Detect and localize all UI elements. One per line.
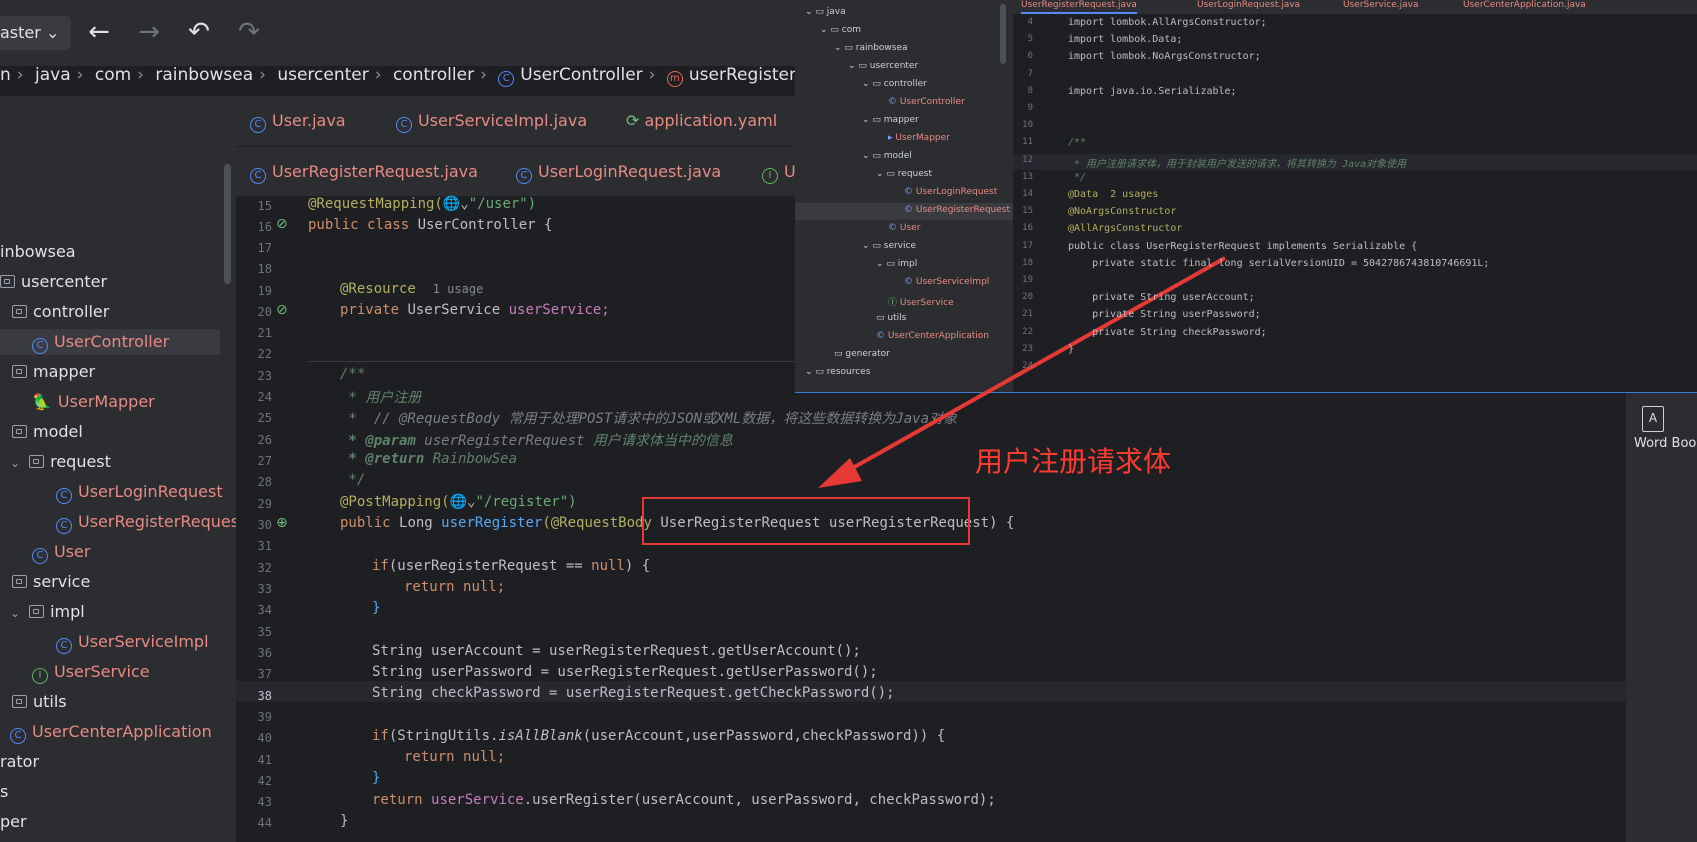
overlay-code-line: private static final long serialVersionU… xyxy=(1068,257,1490,269)
overlay-code-line: import lombok.Data; xyxy=(1068,34,1183,46)
overlay-line-number: 23 xyxy=(1022,343,1033,354)
overlay-code-line: * 用户注册请求体，用于封装用户发送的请求，将其转换为 Java对象使用 xyxy=(1068,158,1407,170)
overlay-line-number: 18 xyxy=(1022,257,1033,268)
overlay-line-number: 24 xyxy=(1022,361,1033,371)
overlay-line-number: 6 xyxy=(1027,51,1033,62)
overlay-line-number: 19 xyxy=(1022,275,1033,285)
overlay-code-line: @AllArgsConstructor xyxy=(1068,223,1183,235)
overlay-line-number: 12 xyxy=(1022,154,1033,165)
overlay-line-number: 20 xyxy=(1022,292,1033,303)
overlay-code-line: } xyxy=(1068,343,1075,355)
overlay-line-number: 8 xyxy=(1027,85,1033,96)
annotation-arrow xyxy=(818,256,1226,488)
overlay-line-number: 5 xyxy=(1027,34,1033,45)
overlay-code-line: private String userPassword; xyxy=(1068,309,1261,321)
overlay-line-number: 7 xyxy=(1027,68,1033,79)
overlay-code-line: private String userAccount; xyxy=(1068,292,1255,304)
overlay-code-line: */ xyxy=(1068,171,1087,183)
overlay-line-number: 4 xyxy=(1027,17,1033,27)
overlay-code-line: @NoArgsConstructor xyxy=(1068,206,1177,218)
overlay-code-line: public class UserRegisterRequest impleme… xyxy=(1068,240,1418,252)
overlay-line-number: 10 xyxy=(1022,120,1033,131)
overlay-line-number: 21 xyxy=(1022,309,1033,320)
overlay-line-number: 17 xyxy=(1022,240,1033,251)
overlay-line-number: 11 xyxy=(1022,137,1033,148)
overlay-line-number: 22 xyxy=(1022,326,1033,337)
overlay-code-line: private String checkPassword; xyxy=(1068,326,1267,338)
overlay-line-number: 15 xyxy=(1022,206,1033,217)
overlay-code-line: /** xyxy=(1068,137,1087,149)
overlay-line-number: 16 xyxy=(1022,223,1033,234)
overlay-code-line: import java.io.Serializable; xyxy=(1068,85,1237,97)
overlay-code-line: @Data 2 usages xyxy=(1068,189,1159,200)
overlay-line-number: 14 xyxy=(1022,189,1033,199)
overlay-code-line: import lombok.AllArgsConstructor; xyxy=(1068,17,1267,28)
overlay-line-number: 13 xyxy=(1022,171,1033,182)
overlay-code-line: import lombok.NoArgsConstructor; xyxy=(1068,51,1261,63)
overlay-line-number: 9 xyxy=(1027,103,1033,113)
